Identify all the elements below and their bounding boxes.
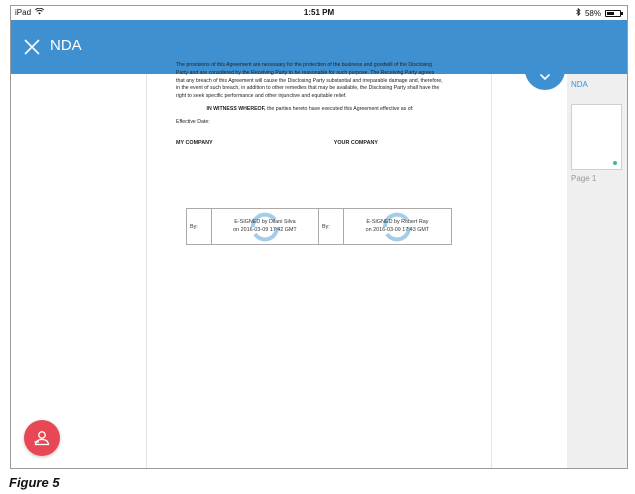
witness-bold: IN WITNESS WHEREOF, — [206, 105, 266, 112]
status-dot — [613, 161, 617, 165]
witness-clause: IN WITNESS WHEREOF, the parties hereto h… — [176, 106, 444, 114]
party-left: MY COMPANY — [176, 139, 213, 146]
chevron-down-icon — [539, 73, 551, 81]
sig-by-label-2: By: — [319, 209, 344, 244]
status-right: 58% — [576, 7, 623, 18]
witness-rest: the parties hereto have executed this Ag… — [265, 105, 414, 112]
page-thumbnail[interactable] — [571, 104, 622, 170]
party-right: YOUR COMPANY — [333, 139, 378, 146]
page-label: Page 1 — [571, 174, 597, 183]
left-pane — [11, 74, 146, 468]
signature-field-1[interactable]: E-SIGNED by Dilani Silva on 2016-03-09 17… — [212, 209, 320, 244]
document-title: NDA — [50, 37, 82, 54]
figure-caption: Figure 5 — [9, 475, 60, 490]
battery-level — [607, 11, 614, 15]
agreement-paragraph: The provisions of this Agreement are nec… — [176, 62, 443, 100]
signature-field-2[interactable]: E-SIGNED by Robert Ray on 2016-03-09 17:4… — [344, 209, 451, 244]
signature-2-line1: E-SIGNED by Robert Ray — [366, 218, 429, 225]
signature-1-line2: on 2016-03-09 17:42 GMT — [233, 226, 297, 233]
close-button[interactable] — [23, 38, 41, 56]
sig-by-label-1: By: — [187, 209, 212, 244]
signature-2-line2: on 2016-03-09 17:43 GMT — [365, 226, 430, 233]
document-page: The provisions of this Agreement are nec… — [176, 62, 444, 147]
status-bar: iPad 1:51 PM 58% — [11, 6, 627, 20]
battery-icon — [605, 9, 623, 17]
right-pane — [492, 74, 567, 468]
close-icon — [24, 39, 40, 55]
signature-table: By: E-SIGNED by Dilani Silva on 2016-03-0… — [186, 208, 452, 245]
signature-1-line1: E-SIGNED by Dilani Silva — [234, 218, 296, 225]
parties-row: MY COMPANY YOUR COMPANY — [176, 139, 444, 147]
signer-icon — [34, 431, 50, 446]
bluetooth-icon — [576, 7, 581, 18]
battery-percent: 58% — [584, 8, 601, 18]
effective-date: Effective Date: — [176, 118, 210, 125]
thumbnail-doc-name[interactable]: NDA — [571, 80, 588, 89]
signer-button[interactable] — [24, 420, 60, 456]
status-time: 1:51 PM — [303, 8, 335, 17]
